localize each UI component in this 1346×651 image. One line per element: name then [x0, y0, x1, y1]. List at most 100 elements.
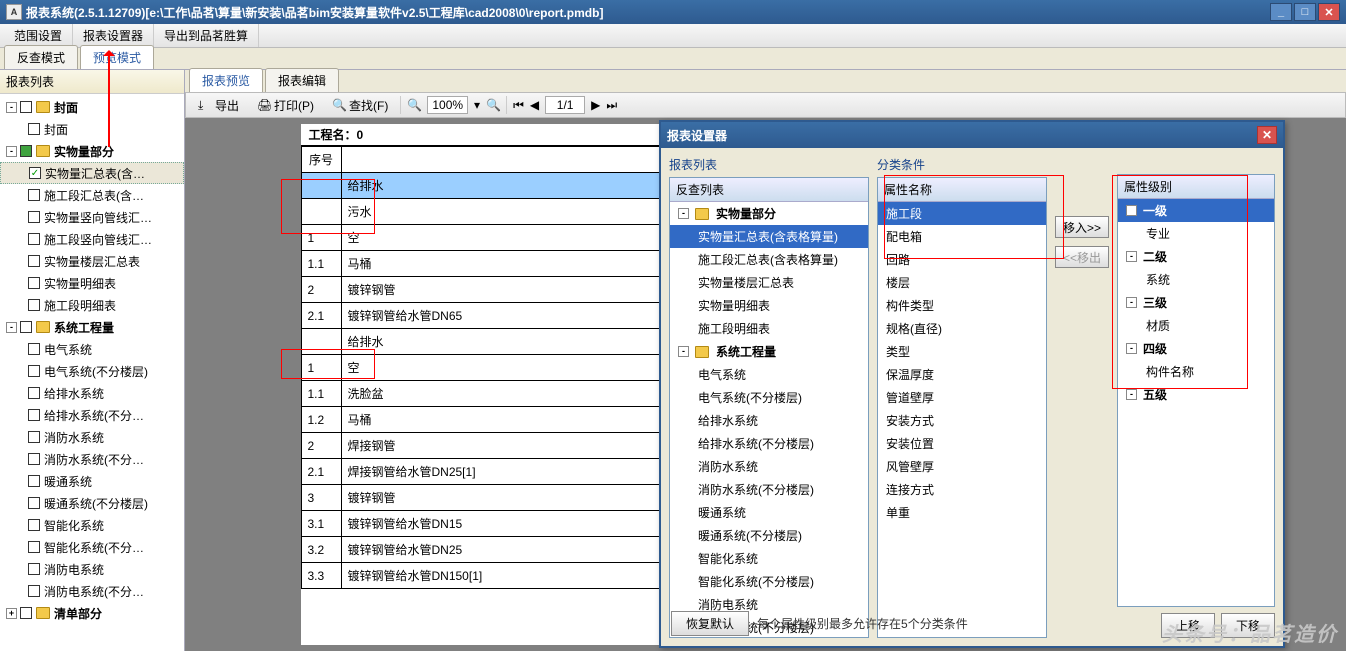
leaf-item[interactable]: 构件名称 [1118, 360, 1274, 383]
checkbox[interactable] [28, 123, 40, 135]
list-item[interactable]: 实物量楼层汇总表 [670, 271, 868, 294]
leaf-item[interactable]: 材质 [1118, 314, 1274, 337]
tree-toggle-icon[interactable]: - [1126, 251, 1137, 262]
checkbox[interactable] [29, 167, 41, 179]
page-indicator[interactable]: 1/1 [545, 96, 585, 114]
nav-first-icon[interactable]: ⏮ [513, 98, 524, 113]
list-item[interactable]: 配电箱 [878, 225, 1046, 248]
dialog-close-button[interactable]: ✕ [1257, 126, 1277, 144]
list-item[interactable]: 施工段汇总表(含表格算量) [670, 248, 868, 271]
list-item[interactable]: 构件类型 [878, 294, 1046, 317]
list-item[interactable]: 电气系统 [670, 363, 868, 386]
checkbox[interactable] [28, 365, 40, 377]
tree-toggle-icon[interactable]: - [678, 208, 689, 219]
tree-group[interactable]: -封面 [0, 96, 184, 118]
tree-toggle-icon[interactable]: - [678, 346, 689, 357]
tree-item[interactable]: 实物量汇总表(含… [0, 162, 184, 184]
list-item[interactable]: 消防水系统(不分楼层) [670, 478, 868, 501]
list-item[interactable]: 单重 [878, 501, 1046, 524]
checkbox[interactable] [28, 541, 40, 553]
list-item[interactable]: 规格(直径) [878, 317, 1046, 340]
menu-export[interactable]: 导出到品茗胜算 [154, 24, 259, 47]
close-button[interactable]: ✕ [1318, 3, 1340, 21]
checkbox[interactable] [28, 189, 40, 201]
checkbox[interactable] [28, 431, 40, 443]
tab-preview[interactable]: 报表预览 [189, 68, 263, 92]
checkbox[interactable] [28, 453, 40, 465]
level-item[interactable]: -三级 [1118, 291, 1274, 314]
tree-toggle-icon[interactable]: - [6, 146, 17, 157]
minimize-button[interactable]: _ [1270, 3, 1292, 21]
report-tree[interactable]: -封面封面-实物量部分实物量汇总表(含…施工段汇总表(含…实物量竖向管线汇…施工… [0, 94, 184, 651]
tree-item[interactable]: 实物量楼层汇总表 [0, 250, 184, 272]
list-item[interactable]: 安装位置 [878, 432, 1046, 455]
checkbox[interactable] [28, 497, 40, 509]
dialog-level-list[interactable]: 属性级别-一级专业-二级系统-三级材质-四级构件名称-五级 [1117, 174, 1275, 607]
checkbox[interactable] [28, 343, 40, 355]
list-item[interactable]: 暖通系统 [670, 501, 868, 524]
tree-item[interactable]: 施工段明细表 [0, 294, 184, 316]
level-item[interactable]: -一级 [1118, 199, 1274, 222]
leaf-item[interactable]: 专业 [1118, 222, 1274, 245]
leaf-item[interactable]: 系统 [1118, 268, 1274, 291]
tree-item[interactable]: 消防水系统(不分… [0, 448, 184, 470]
tree-item[interactable]: 施工段汇总表(含… [0, 184, 184, 206]
list-item[interactable]: 消防水系统 [670, 455, 868, 478]
tab-check-mode[interactable]: 反查模式 [4, 45, 78, 69]
tree-toggle-icon[interactable]: - [1126, 389, 1137, 400]
tree-item[interactable]: 电气系统(不分楼层) [0, 360, 184, 382]
tree-item[interactable]: 消防电系统 [0, 558, 184, 580]
checkbox[interactable] [28, 233, 40, 245]
tree-item[interactable]: 封面 [0, 118, 184, 140]
checkbox[interactable] [20, 607, 32, 619]
tree-group[interactable]: +清单部分 [0, 602, 184, 624]
find-button[interactable]: 🔍查找(F) [326, 95, 394, 116]
tree-toggle-icon[interactable]: - [1126, 205, 1137, 216]
checkbox[interactable] [28, 299, 40, 311]
checkbox[interactable] [20, 321, 32, 333]
move-in-button[interactable]: 移入>> [1055, 216, 1109, 238]
nav-prev-icon[interactable]: ◀ [530, 98, 539, 112]
list-item[interactable]: 电气系统(不分楼层) [670, 386, 868, 409]
tree-toggle-icon[interactable]: - [1126, 343, 1137, 354]
tree-toggle-icon[interactable]: - [6, 102, 17, 113]
list-item[interactable]: 保温厚度 [878, 363, 1046, 386]
dialog-report-list[interactable]: 反查列表-实物量部分实物量汇总表(含表格算量)施工段汇总表(含表格算量)实物量楼… [669, 177, 869, 638]
tree-item[interactable]: 实物量竖向管线汇… [0, 206, 184, 228]
checkbox[interactable] [20, 101, 32, 113]
list-item[interactable]: 安装方式 [878, 409, 1046, 432]
restore-default-button[interactable]: 恢复默认 [671, 611, 749, 636]
tree-toggle-icon[interactable]: - [6, 322, 17, 333]
level-item[interactable]: -二级 [1118, 245, 1274, 268]
move-out-button[interactable]: <<移出 [1055, 246, 1109, 268]
list-item[interactable]: 施工段明细表 [670, 317, 868, 340]
tree-item[interactable]: 暖通系统 [0, 470, 184, 492]
tree-item[interactable]: 实物量明细表 [0, 272, 184, 294]
print-button[interactable]: 🖨打印(P) [251, 95, 320, 116]
tree-group[interactable]: -系统工程量 [0, 316, 184, 338]
list-item[interactable]: 智能化系统(不分楼层) [670, 570, 868, 593]
list-item[interactable]: 连接方式 [878, 478, 1046, 501]
list-item[interactable]: 类型 [878, 340, 1046, 363]
tree-item[interactable]: 给排水系统 [0, 382, 184, 404]
checkbox[interactable] [28, 563, 40, 575]
tree-item[interactable]: 暖通系统(不分楼层) [0, 492, 184, 514]
tree-item[interactable]: 给排水系统(不分… [0, 404, 184, 426]
level-item[interactable]: -四级 [1118, 337, 1274, 360]
list-item[interactable]: 实物量汇总表(含表格算量) [670, 225, 868, 248]
tree-toggle-icon[interactable]: + [6, 608, 17, 619]
nav-next-icon[interactable]: ▶ [591, 98, 600, 112]
list-item[interactable]: 智能化系统 [670, 547, 868, 570]
tree-item[interactable]: 施工段竖向管线汇… [0, 228, 184, 250]
zoom-out-icon[interactable]: 🔍 [407, 98, 421, 112]
tree-item[interactable]: 消防电系统(不分… [0, 580, 184, 602]
checkbox[interactable] [28, 585, 40, 597]
tree-item[interactable]: 智能化系统(不分… [0, 536, 184, 558]
nav-last-icon[interactable]: ⏭ [606, 98, 617, 113]
tree-item[interactable]: 智能化系统 [0, 514, 184, 536]
level-item[interactable]: -五级 [1118, 383, 1274, 406]
zoom-dropdown-icon[interactable]: ▾ [474, 98, 480, 112]
list-item[interactable]: 给排水系统 [670, 409, 868, 432]
zoom-select[interactable]: 100% [427, 96, 468, 114]
checkbox[interactable] [28, 277, 40, 289]
